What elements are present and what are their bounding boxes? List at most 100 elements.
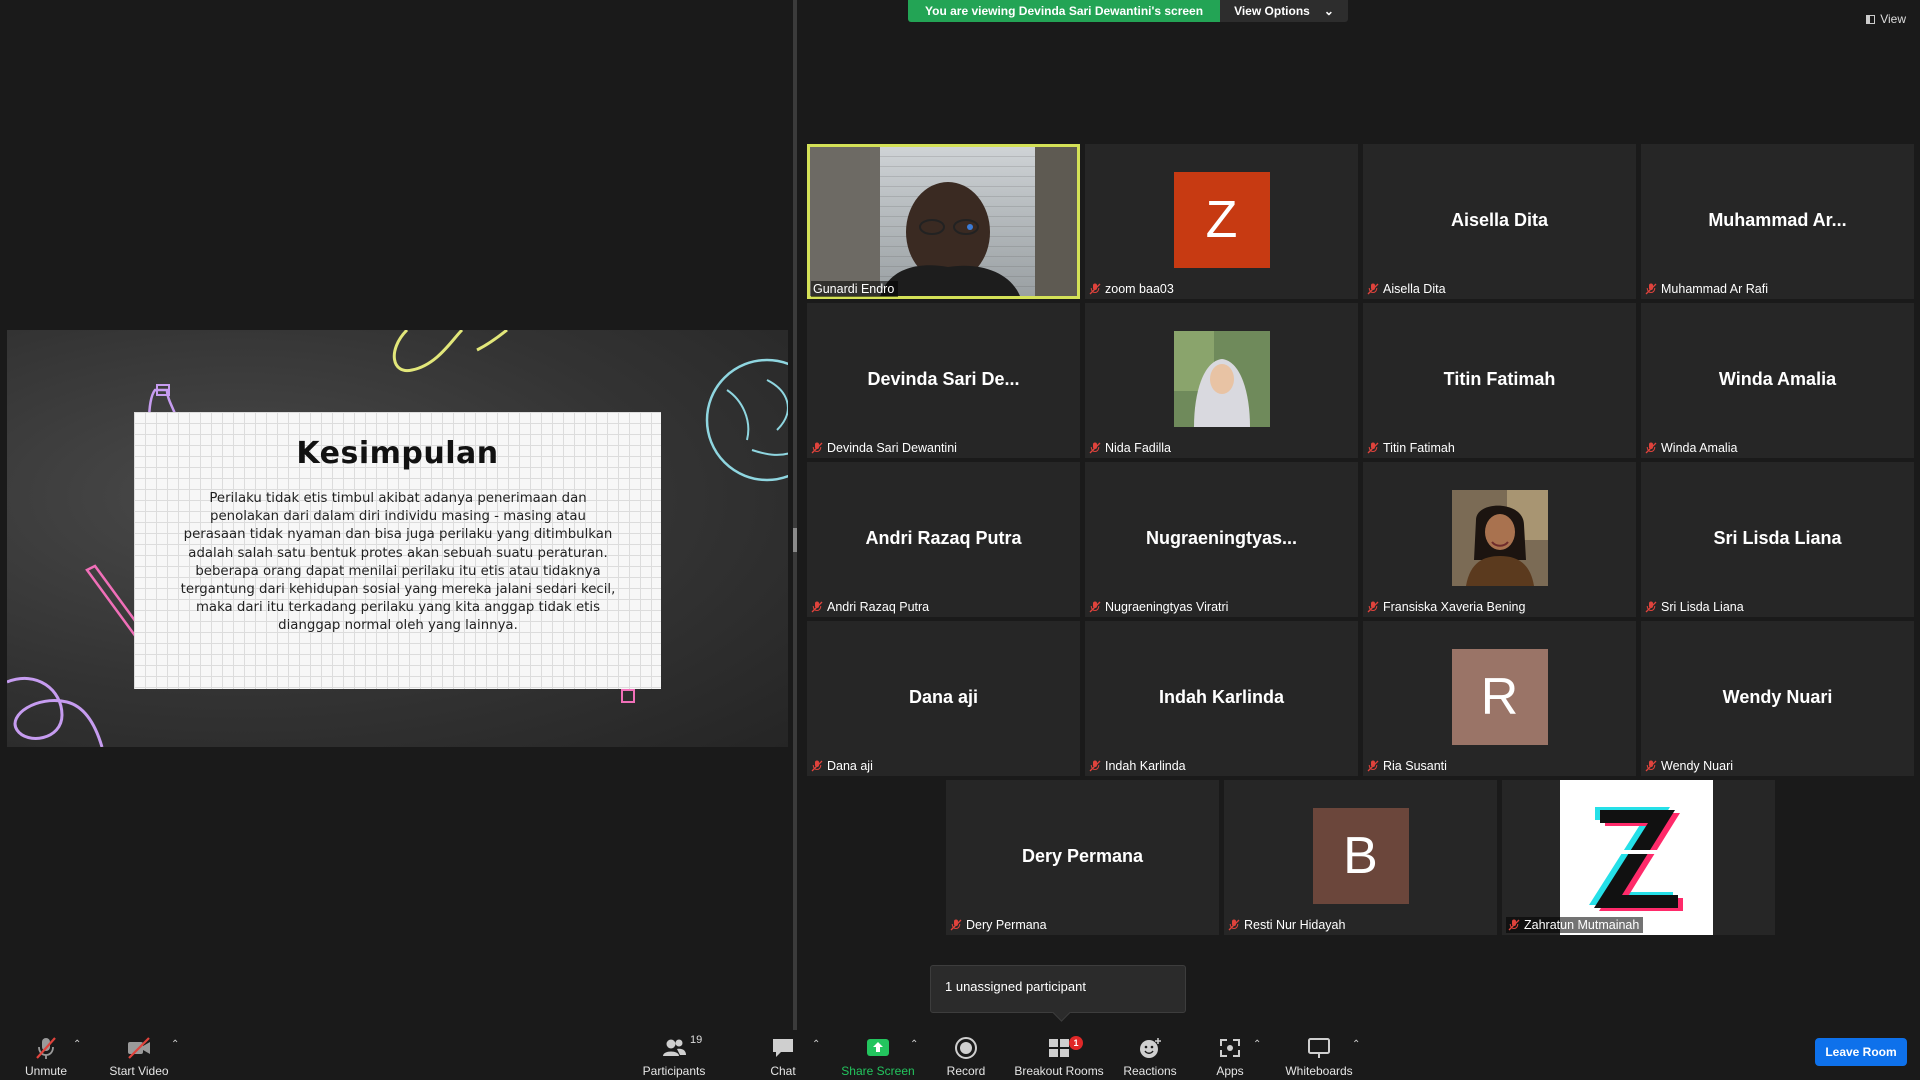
participant-name: Titin Fatimah xyxy=(1383,441,1455,455)
participant-display-name: Muhammad Ar... xyxy=(1708,210,1847,230)
participant-name-label: Ria Susanti xyxy=(1367,758,1447,774)
breakout-rooms-button[interactable]: Breakout Rooms xyxy=(1012,1030,1106,1080)
mic-off-icon xyxy=(1645,442,1657,454)
avatar xyxy=(1560,780,1713,935)
unmute-button[interactable]: Unmute xyxy=(18,1030,74,1080)
start-video-label: Start Video xyxy=(109,1064,169,1078)
chat-button[interactable]: Chat xyxy=(760,1030,806,1080)
chat-options-caret[interactable]: ⌃ xyxy=(812,1040,822,1050)
participant-tile[interactable]: Dana aji Dana aji xyxy=(807,621,1080,776)
video-off-icon xyxy=(128,1037,150,1059)
participants-count: 19 xyxy=(690,1034,703,1046)
participant-display-name: Aisella Dita xyxy=(1450,210,1549,230)
apps-button[interactable]: Apps xyxy=(1210,1030,1250,1080)
participant-name: Dana aji xyxy=(827,759,873,773)
participant-name: Fransiska Xaveria Bening xyxy=(1383,600,1526,614)
participant-tile[interactable]: Muhammad Ar... Muhammad Ar Rafi xyxy=(1641,144,1914,299)
participant-name-label: Nugraeningtyas Viratri xyxy=(1089,599,1228,615)
participant-tile[interactable]: Aisella Dita Aisella Dita xyxy=(1363,144,1636,299)
audio-options-caret[interactable]: ⌃ xyxy=(73,1040,83,1050)
slide-title: Kesimpulan xyxy=(296,436,499,471)
mic-off-icon xyxy=(1367,283,1379,295)
leave-room-button[interactable]: Leave Room xyxy=(1815,1038,1907,1066)
mic-off-icon xyxy=(1089,442,1101,454)
participant-tile[interactable]: Fransiska Xaveria Bening xyxy=(1363,462,1636,617)
avatar: R xyxy=(1451,649,1548,745)
participant-video-frame xyxy=(810,147,1077,296)
apps-icon xyxy=(1220,1039,1240,1057)
participant-name-label: Dery Permana xyxy=(950,917,1047,933)
video-options-caret[interactable]: ⌃ xyxy=(171,1040,181,1050)
participant-display-name: Dana aji xyxy=(908,687,979,707)
participant-tile[interactable]: Devinda Sari De... Devinda Sari Dewantini xyxy=(807,303,1080,458)
record-label: Record xyxy=(946,1064,986,1078)
participants-label: Participants xyxy=(642,1064,706,1078)
mic-off-icon xyxy=(1367,442,1379,454)
share-options-caret[interactable]: ⌃ xyxy=(910,1040,920,1050)
avatar: Z xyxy=(1173,172,1270,268)
participant-tile[interactable]: Nugraeningtyas... Nugraeningtyas Viratri xyxy=(1085,462,1358,617)
view-options-label: View Options xyxy=(1234,4,1310,18)
view-options-button[interactable]: View Options ⌄ xyxy=(1220,0,1348,22)
mic-off-icon xyxy=(1089,601,1101,613)
start-video-button[interactable]: Start Video xyxy=(104,1030,174,1080)
participant-tile[interactable]: Dery Permana Dery Permana xyxy=(946,780,1219,935)
mic-off-icon xyxy=(1508,919,1520,931)
apps-options-caret[interactable]: ⌃ xyxy=(1253,1040,1263,1050)
breakout-rooms-icon xyxy=(1049,1039,1069,1057)
participant-name: Aisella Dita xyxy=(1383,282,1446,296)
participant-tile[interactable]: Titin Fatimah Titin Fatimah xyxy=(1363,303,1636,458)
participant-display-name: Dery Permana xyxy=(1021,846,1144,866)
participant-name: Ria Susanti xyxy=(1383,759,1447,773)
chat-icon xyxy=(773,1039,793,1057)
divider-grip[interactable] xyxy=(793,528,797,552)
participant-name: Wendy Nuari xyxy=(1661,759,1734,773)
participant-name-label: Resti Nur Hidayah xyxy=(1228,917,1345,933)
record-icon xyxy=(955,1037,977,1059)
view-button[interactable]: View xyxy=(1866,12,1906,26)
participant-tile[interactable]: Sri Lisda Liana Sri Lisda Liana xyxy=(1641,462,1914,617)
participant-display-name: Wendy Nuari xyxy=(1722,687,1833,707)
avatar xyxy=(1451,490,1548,586)
whiteboards-icon xyxy=(1308,1038,1330,1058)
presentation-slide: Kesimpulan Perilaku tidak etis timbul ak… xyxy=(7,330,788,747)
participant-display-name: Winda Amalia xyxy=(1718,369,1837,389)
reactions-label: Reactions xyxy=(1123,1064,1177,1078)
participant-tile[interactable]: Nida Fadilla xyxy=(1085,303,1358,458)
mic-off-icon xyxy=(811,760,823,772)
whiteboards-button[interactable]: Whiteboards xyxy=(1282,1030,1356,1080)
avatar xyxy=(1173,331,1270,427)
participant-name-label: Dana aji xyxy=(811,758,873,774)
participant-tile[interactable]: Andri Razaq Putra Andri Razaq Putra xyxy=(807,462,1080,617)
participant-tile[interactable]: Zahratun Mutmainah xyxy=(1502,780,1775,935)
record-button[interactable]: Record xyxy=(942,1030,990,1080)
participant-tile[interactable]: B Resti Nur Hidayah xyxy=(1224,780,1497,935)
participant-tile[interactable]: Wendy Nuari Wendy Nuari xyxy=(1641,621,1914,776)
participant-name-label: Titin Fatimah xyxy=(1367,440,1455,456)
participant-name-label: Nida Fadilla xyxy=(1089,440,1171,456)
view-layout-icon xyxy=(1866,14,1876,24)
participant-name: Resti Nur Hidayah xyxy=(1244,918,1346,932)
participant-name: Nida Fadilla xyxy=(1105,441,1172,455)
z-logo-icon xyxy=(1589,807,1685,911)
participant-name-label: Fransiska Xaveria Bening xyxy=(1367,599,1525,615)
participant-name-label: Winda Amalia xyxy=(1645,440,1737,456)
split-divider[interactable] xyxy=(793,0,797,1030)
whiteboards-options-caret[interactable]: ⌃ xyxy=(1352,1040,1362,1050)
participant-tile[interactable]: Zzoom baa03 xyxy=(1085,144,1358,299)
participant-display-name: Nugraeningtyas... xyxy=(1145,528,1298,548)
participant-name-label: Gunardi Endro xyxy=(811,281,899,297)
participant-tile[interactable]: Gunardi Endro xyxy=(807,144,1080,299)
participant-name-label: Andri Razaq Putra xyxy=(811,599,929,615)
participant-tile[interactable]: Winda Amalia Winda Amalia xyxy=(1641,303,1914,458)
whiteboards-label: Whiteboards xyxy=(1285,1064,1353,1078)
reactions-button[interactable]: Reactions xyxy=(1123,1030,1177,1080)
participant-tile[interactable]: Indah Karlinda Indah Karlinda xyxy=(1085,621,1358,776)
participant-name: Dery Permana xyxy=(966,918,1047,932)
participant-tile[interactable]: R Ria Susanti xyxy=(1363,621,1636,776)
participant-name: Sri Lisda Liana xyxy=(1661,600,1744,614)
participant-name: zoom baa03 xyxy=(1105,282,1174,296)
share-screen-button[interactable]: Share Screen xyxy=(838,1030,918,1080)
participant-display-name: Titin Fatimah xyxy=(1443,369,1556,389)
participant-display-name: Andri Razaq Putra xyxy=(865,528,1022,548)
